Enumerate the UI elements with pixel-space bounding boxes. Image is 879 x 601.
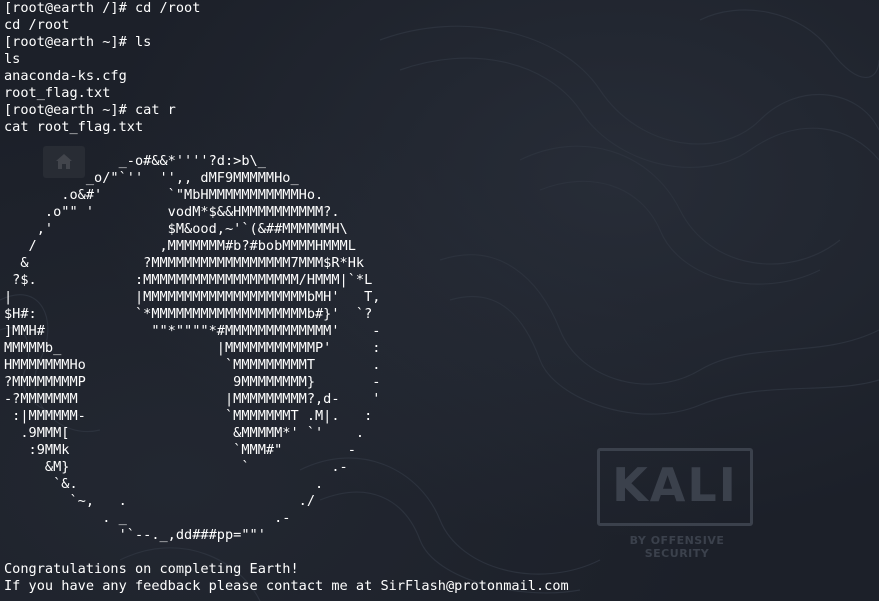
terminal-line: :|MMMMMM- `MMMMMMMT .M|. : xyxy=(4,408,373,424)
terminal-line: -?MMMMMMM |MMMMMMMMM?,d- ' xyxy=(4,391,381,407)
terminal-line: &M} ` .- xyxy=(4,459,348,475)
terminal-line: _o/"`'' '',, dMF9MMMMMHo_ xyxy=(4,170,299,186)
terminal-line: _-o#&&*''''?d:>b\_ xyxy=(4,153,266,169)
terminal-line: ?$. :MMMMMMMMMMMMMMMMMMM/HMMM|`*L xyxy=(4,272,373,288)
terminal-line: :9MMk `MMM#" - xyxy=(4,442,356,458)
terminal-line: $H#: `*MMMMMMMMMMMMMMMMMMMb#}' `? xyxy=(4,306,373,322)
terminal-line: anaconda-ks.cfg xyxy=(4,68,127,84)
terminal-line: | |MMMMMMMMMMMMMMMMMMMMbMH' T, xyxy=(4,289,381,305)
terminal-line: HMMMMMMMHo `MMMMMMMMMT . xyxy=(4,357,381,373)
terminal-line: ?MMMMMMMMP 9MMMMMMMM} - xyxy=(4,374,381,390)
terminal-line: / ,MMMMMMM#b?#bobMMMMHMMML xyxy=(4,238,356,254)
terminal-line: ]MMH# ""*""""*#MMMMMMMMMMMMM' - xyxy=(4,323,381,339)
terminal-line: cat root_flag.txt xyxy=(4,119,144,135)
terminal-line: ls xyxy=(4,51,21,67)
terminal-line: If you have any feedback please contact … xyxy=(4,578,569,594)
terminal-output[interactable]: [root@earth /]# cd /root cd /root [root@ea… xyxy=(4,0,874,595)
terminal-line: [root@earth ~]# cat r xyxy=(4,102,176,118)
terminal-line: [root@earth ~]# ls xyxy=(4,34,152,50)
terminal-line: `&. . xyxy=(4,476,324,492)
terminal-line: .o&#' `"MbHMMMMMMMMMMMHo. xyxy=(4,187,324,203)
terminal-line: '`--._,dd###pp=""' xyxy=(4,527,266,543)
terminal-line: `~, . ./ xyxy=(4,493,315,509)
terminal-window[interactable]: KALI BY OFFENSIVE SECURITY [root@earth /… xyxy=(0,0,879,601)
terminal-line: MMMMMb_ |MMMMMMMMMMMP' : xyxy=(4,340,381,356)
terminal-line: .o"" ' vodM*$&&HMMMMMMMMMM?. xyxy=(4,204,340,220)
terminal-line: .9MMM[ &MMMMM*' `' . xyxy=(4,425,365,441)
terminal-line: root_flag.txt xyxy=(4,85,111,101)
terminal-line: [root@earth /]# cd /root xyxy=(4,0,201,16)
terminal-line: & ?MMMMMMMMMMMMMMMMM7MMM$R*Hk xyxy=(4,255,365,271)
terminal-line: ,' $M&ood,~'`(&##MMMMMMH\ xyxy=(4,221,348,237)
terminal-line: cd /root xyxy=(4,17,70,33)
terminal-line: Congratulations on completing Earth! xyxy=(4,561,299,577)
terminal-line: . _ .- xyxy=(4,510,291,526)
